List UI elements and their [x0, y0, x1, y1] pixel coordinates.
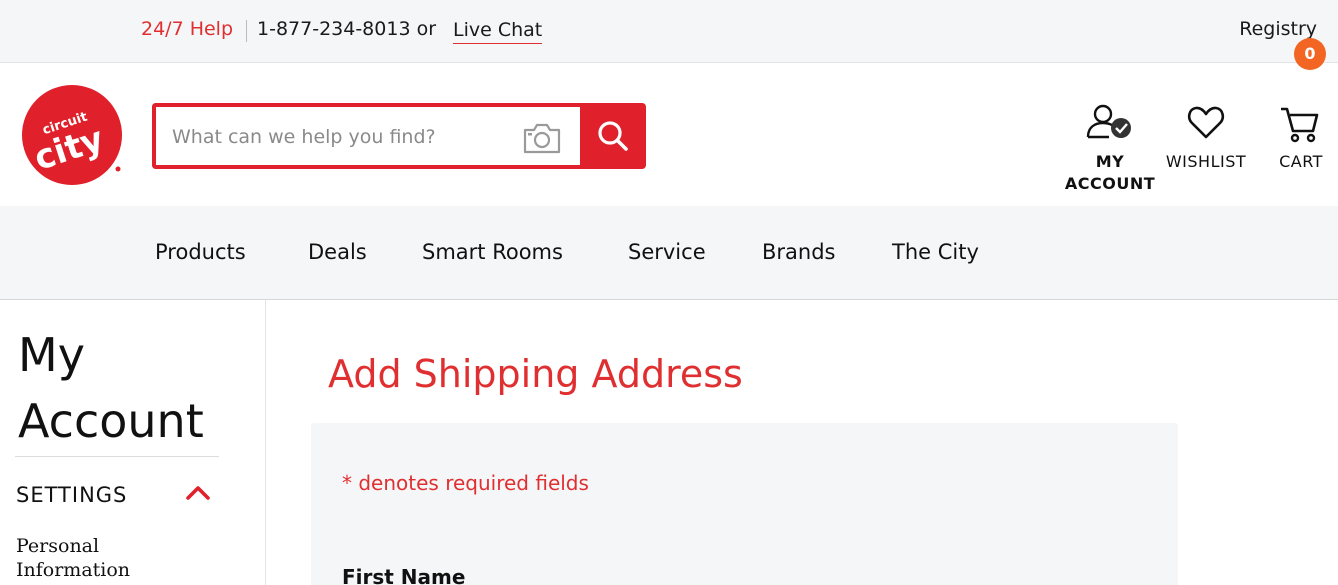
- site-header: circuit city What can we help you find? …: [0, 63, 1338, 206]
- address-form-panel: * denotes required fields First Name: [311, 423, 1178, 585]
- account-sidebar: My Account SETTINGS Personal Information: [0, 300, 266, 585]
- account-check-icon: [1086, 104, 1131, 139]
- search-icon: [598, 121, 628, 151]
- search-bar: [152, 103, 646, 169]
- first-name-label: First Name: [342, 565, 466, 585]
- wishlist-link[interactable]: WISHLIST: [1160, 103, 1252, 173]
- live-chat-link[interactable]: Live Chat: [453, 18, 543, 44]
- wishlist-label: WISHLIST: [1165, 152, 1247, 171]
- camera-icon[interactable]: [522, 121, 562, 155]
- nav-item-products[interactable]: Products: [155, 240, 246, 264]
- my-account-label: MY ACCOUNT: [1064, 152, 1156, 193]
- page-title: Add Shipping Address: [328, 352, 743, 396]
- cart-icon: [1281, 107, 1319, 143]
- circuit-city-logo[interactable]: circuit city: [20, 83, 124, 187]
- sidebar-divider: [15, 456, 219, 457]
- divider: [246, 20, 247, 42]
- nav-item-deals[interactable]: Deals: [308, 240, 367, 264]
- top-utility-bar: 24/7 Help 1-877-234-8013 or Live Chat Re…: [0, 0, 1338, 63]
- cart-label: CART: [1279, 152, 1323, 171]
- phone-number: 1-877-234-8013 or: [257, 18, 437, 40]
- sidebar-title: My Account: [18, 328, 204, 448]
- search-box: [152, 103, 582, 169]
- main-nav: Products Deals Smart Rooms Service Brand…: [0, 206, 1338, 300]
- heart-icon: [1187, 106, 1225, 139]
- chevron-up-icon[interactable]: [184, 483, 212, 503]
- cart-count-badge: 0: [1294, 38, 1326, 70]
- sidebar-item-personal-information[interactable]: Personal Information: [16, 534, 166, 582]
- cart-link[interactable]: CART: [1270, 103, 1332, 173]
- nav-item-smart-rooms[interactable]: Smart Rooms: [422, 240, 563, 264]
- search-button[interactable]: [580, 103, 646, 169]
- nav-item-service[interactable]: Service: [628, 240, 706, 264]
- help-link[interactable]: 24/7 Help: [141, 18, 233, 40]
- required-fields-note: * denotes required fields: [342, 471, 589, 495]
- settings-section-header[interactable]: SETTINGS: [16, 483, 127, 507]
- my-account-link[interactable]: MY ACCOUNT: [1062, 103, 1158, 195]
- search-input[interactable]: [172, 123, 512, 151]
- registry-link[interactable]: Registry: [1239, 18, 1317, 40]
- nav-item-brands[interactable]: Brands: [762, 240, 836, 264]
- nav-item-the-city[interactable]: The City: [892, 240, 979, 264]
